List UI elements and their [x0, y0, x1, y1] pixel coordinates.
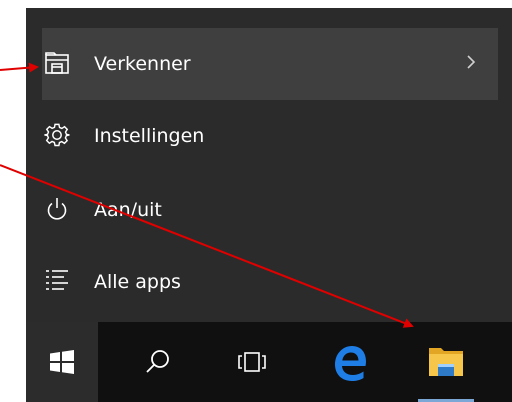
power-icon	[44, 196, 70, 222]
list-icon	[44, 268, 70, 294]
search-icon	[146, 350, 169, 373]
windows-logo-icon	[50, 350, 74, 374]
file-explorer-icon	[429, 348, 463, 376]
start-menu-item-alle-apps[interactable]: Alle apps	[42, 246, 498, 318]
gear-icon	[44, 122, 70, 148]
alle-apps-label: Alle apps	[94, 271, 181, 293]
start-menu-item-instellingen[interactable]: Instellingen	[42, 100, 498, 172]
start-menu-item-verkenner[interactable]: Verkenner	[42, 28, 498, 100]
file-explorer-icon	[44, 50, 70, 76]
taskbar	[26, 322, 512, 402]
aan-uit-label: Aan/uit	[94, 199, 162, 221]
start-menu-item-aan-uit[interactable]: Aan/uit	[42, 174, 498, 246]
task-view-icon	[238, 352, 266, 372]
search-button[interactable]	[122, 322, 194, 402]
chevron-right-icon[interactable]	[464, 50, 478, 74]
edge-icon	[335, 346, 366, 381]
verkenner-label: Verkenner	[94, 53, 191, 75]
file-explorer-taskbar-button[interactable]	[410, 322, 482, 402]
edge-button[interactable]	[314, 322, 386, 402]
start-menu: Verkenner Instellingen Aan/uit Alle apps	[26, 8, 512, 322]
task-view-button[interactable]	[216, 322, 288, 402]
instellingen-label: Instellingen	[94, 125, 205, 147]
start-button[interactable]	[26, 322, 98, 402]
